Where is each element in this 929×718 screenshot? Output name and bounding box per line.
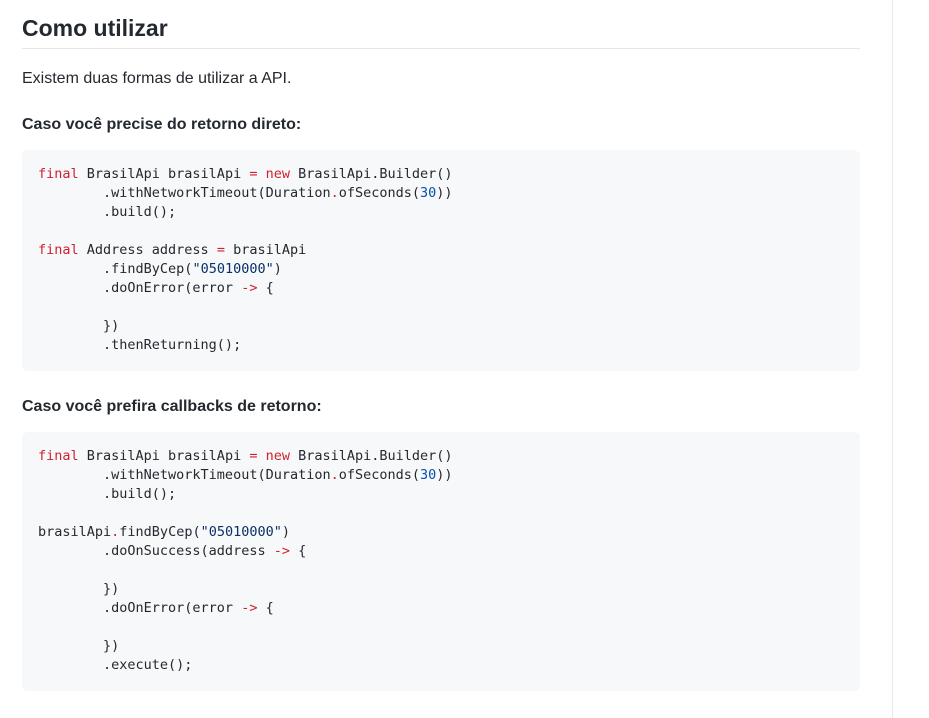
code-text: .doOnSuccess(address xyxy=(38,543,274,559)
code-text: brasilApi xyxy=(38,524,112,540)
subsection-title-callbacks: Caso você prefira callbacks de retorno: xyxy=(22,398,322,415)
code-text: .build(); xyxy=(38,204,177,220)
code-keyword: . xyxy=(330,185,339,201)
code-line: }) xyxy=(38,580,844,599)
code-text: }) xyxy=(38,318,120,334)
code-number: 30 xyxy=(420,185,437,201)
code-keyword: -> xyxy=(273,543,290,559)
code-string: "05010000" xyxy=(200,524,282,540)
code-text: .withNetworkTimeout(Duration xyxy=(38,185,331,201)
code-line: .doOnError(error -> { xyxy=(38,599,844,618)
code-block-direct-return[interactable]: final BrasilApi brasilApi = new BrasilAp… xyxy=(22,150,860,371)
code-line: .withNetworkTimeout(Duration.ofSeconds(3… xyxy=(38,184,844,203)
code-text: .doOnError(error xyxy=(38,280,242,296)
code-keyword: new xyxy=(265,166,290,182)
code-line: .withNetworkTimeout(Duration.ofSeconds(3… xyxy=(38,466,844,485)
code-line: .execute(); xyxy=(38,656,844,675)
code-text: ofSeconds( xyxy=(338,467,421,483)
code-line: .doOnSuccess(address -> { xyxy=(38,542,844,561)
code-line: final BrasilApi brasilApi = new BrasilAp… xyxy=(38,447,844,466)
code-keyword: -> xyxy=(241,600,258,616)
code-text: brasilApi xyxy=(224,242,307,258)
code-text: .doOnError(error xyxy=(38,600,242,616)
code-text: }) xyxy=(38,581,120,597)
code-line: final Address address = brasilApi xyxy=(38,241,844,260)
code-keyword: . xyxy=(330,467,339,483)
code-keyword: final xyxy=(38,448,79,464)
code-text: { xyxy=(257,600,274,616)
subsection-title-direct-return: Caso você precise do retorno direto: xyxy=(22,116,302,133)
code-text: { xyxy=(289,543,307,559)
code-keyword: final xyxy=(38,166,79,182)
content-divider xyxy=(892,0,893,718)
code-line: .build(); xyxy=(38,485,844,504)
code-content: final BrasilApi brasilApi = new BrasilAp… xyxy=(38,165,844,355)
code-keyword: final xyxy=(38,242,79,258)
code-line: }) xyxy=(38,637,844,656)
code-text: .execute(); xyxy=(38,657,193,673)
intro-paragraph: Existem duas formas de utilizar a API. xyxy=(22,70,292,87)
code-text: .build(); xyxy=(38,486,177,502)
code-text: BrasilApi brasilApi xyxy=(78,166,250,182)
code-text: ) xyxy=(281,524,290,540)
code-text: .findByCep( xyxy=(38,261,193,277)
code-text: )) xyxy=(436,467,453,483)
code-text: )) xyxy=(436,185,453,201)
code-keyword: = xyxy=(216,242,225,258)
code-line: .build(); xyxy=(38,203,844,222)
code-string: "05010000" xyxy=(192,261,274,277)
code-line: .doOnError(error -> { xyxy=(38,279,844,298)
code-text: findByCep( xyxy=(119,524,201,540)
code-line: }) xyxy=(38,317,844,336)
code-text: .withNetworkTimeout(Duration xyxy=(38,467,331,483)
code-text: ) xyxy=(273,261,282,277)
code-keyword: -> xyxy=(241,280,258,296)
code-text: { xyxy=(257,280,274,296)
code-line: brasilApi.findByCep("05010000") xyxy=(38,523,844,542)
code-block-callbacks[interactable]: final BrasilApi brasilApi = new BrasilAp… xyxy=(22,432,860,691)
code-line: final BrasilApi brasilApi = new BrasilAp… xyxy=(38,165,844,184)
code-text: BrasilApi.Builder() xyxy=(290,448,453,464)
code-keyword: new xyxy=(265,448,290,464)
code-number: 30 xyxy=(420,467,437,483)
section-heading: Como utilizar xyxy=(22,14,860,49)
code-text: ofSeconds( xyxy=(338,185,421,201)
code-text: BrasilApi brasilApi xyxy=(78,448,250,464)
code-text: .thenReturning(); xyxy=(38,337,242,353)
code-text: Address address xyxy=(78,242,217,258)
code-content: final BrasilApi brasilApi = new BrasilAp… xyxy=(38,447,844,675)
code-text: BrasilApi.Builder() xyxy=(290,166,453,182)
code-line: .thenReturning(); xyxy=(38,336,844,355)
code-line: .findByCep("05010000") xyxy=(38,260,844,279)
code-text: }) xyxy=(38,638,120,654)
